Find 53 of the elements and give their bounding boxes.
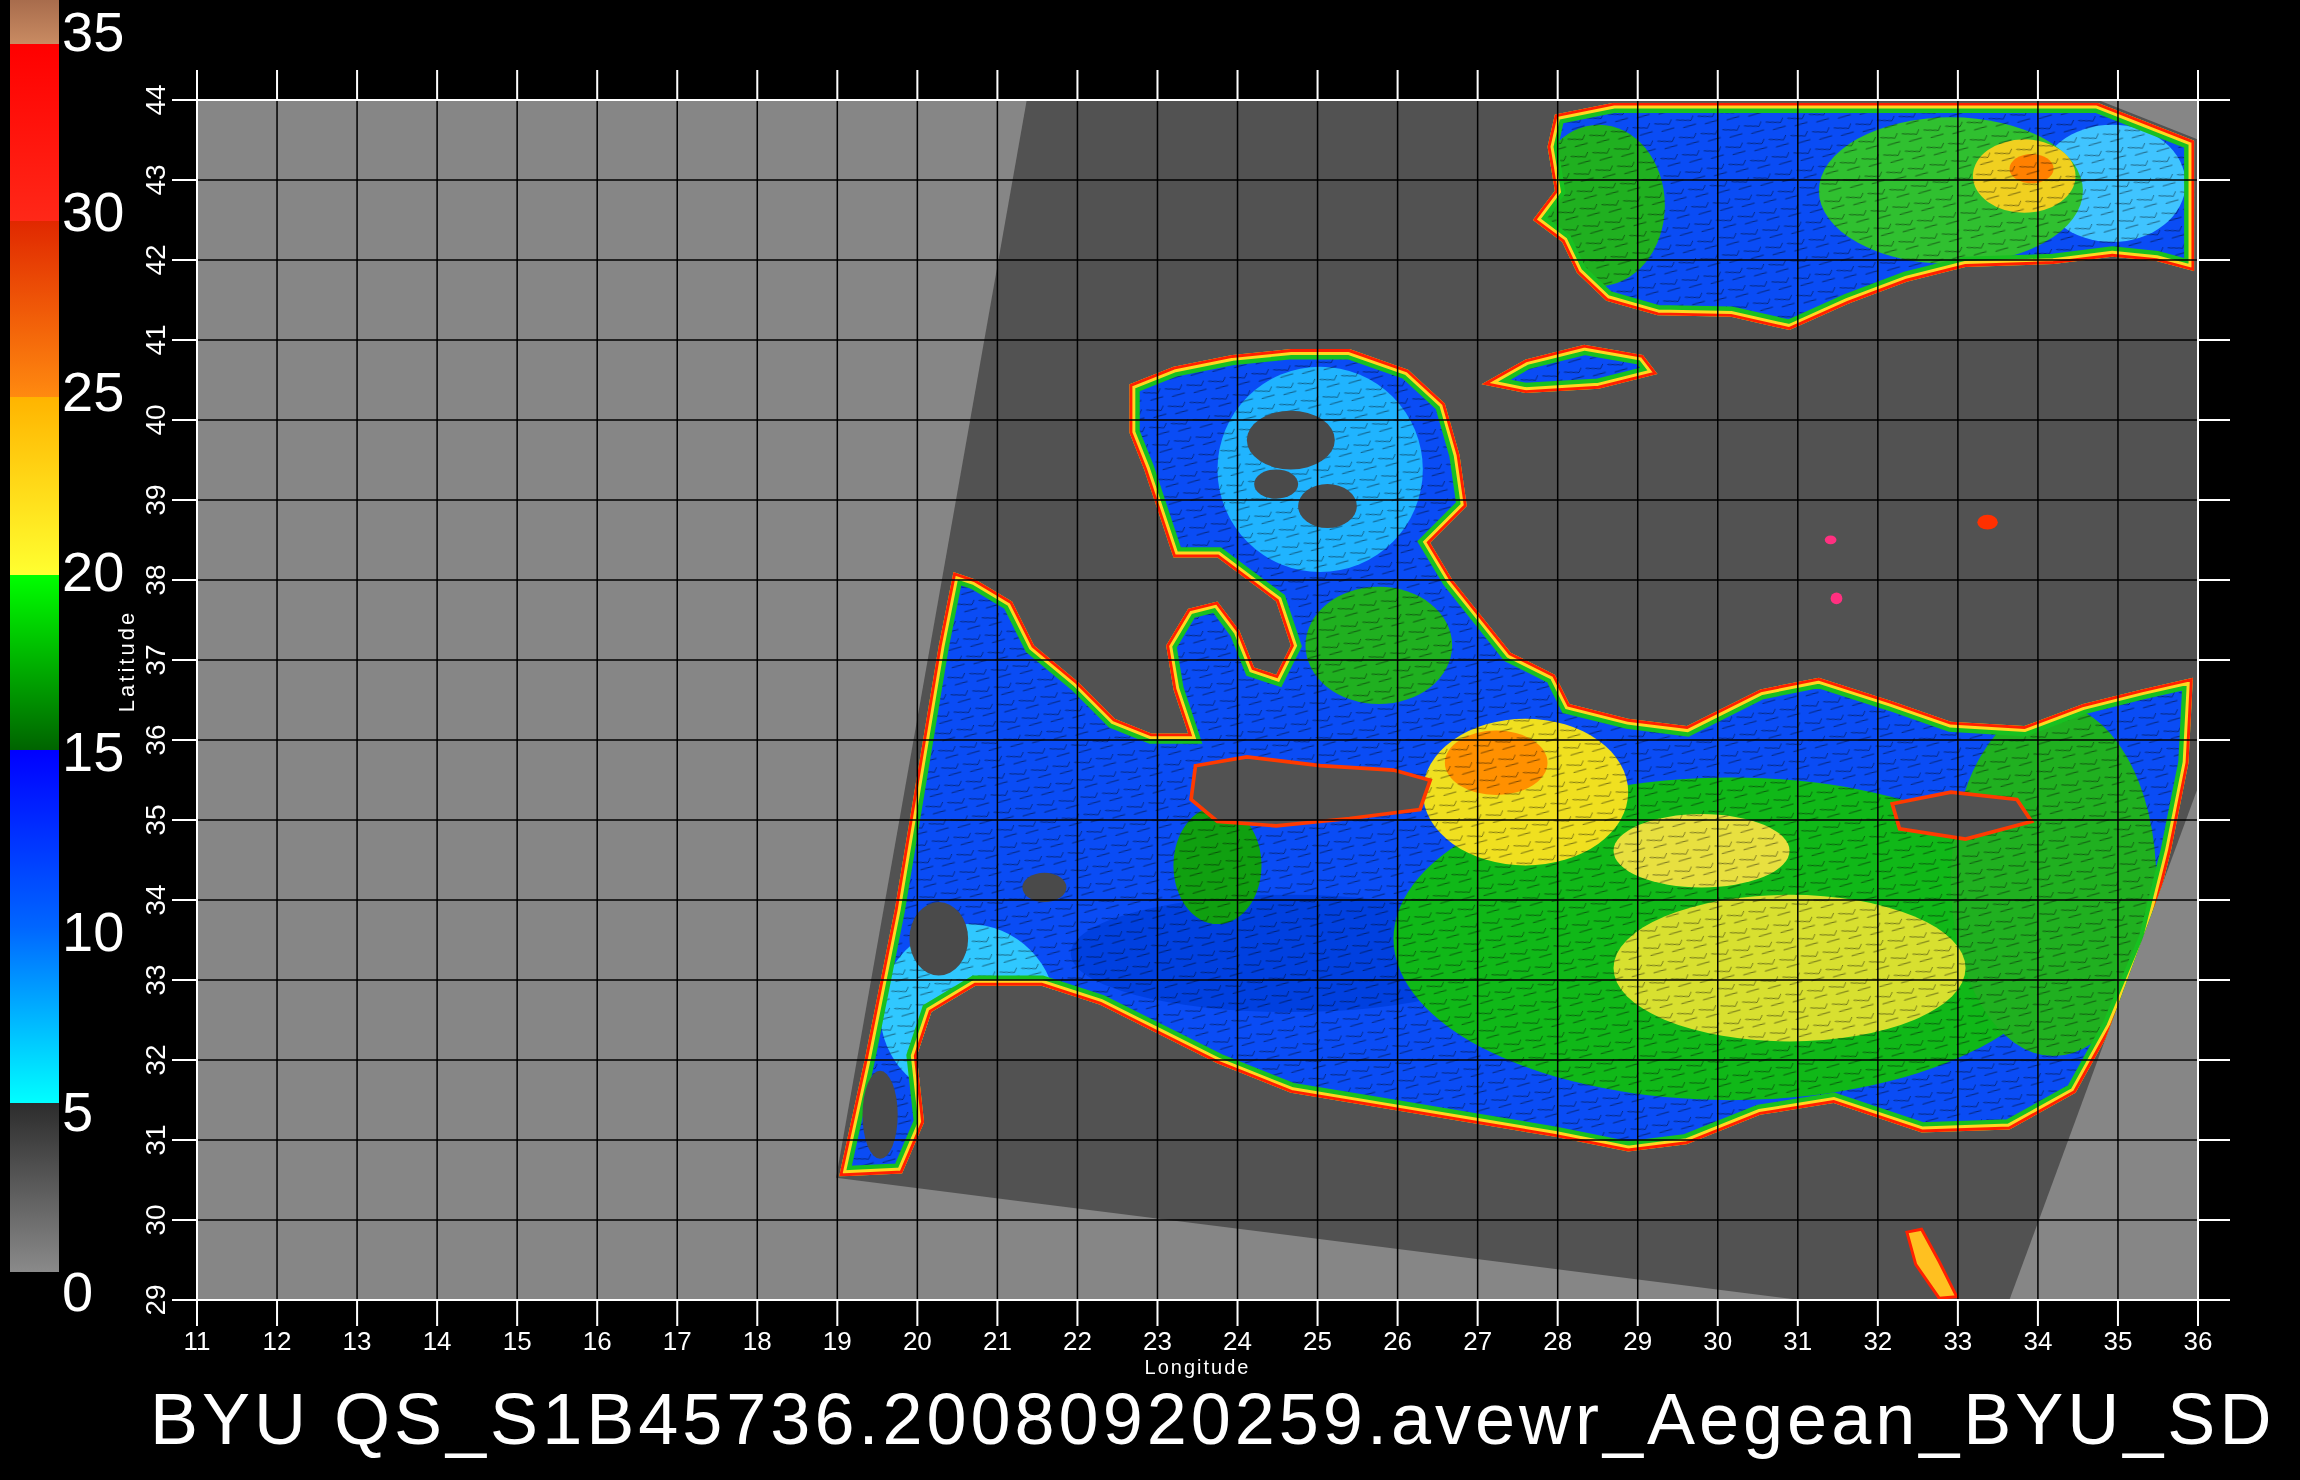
latitude-tick-label: 43 (139, 164, 171, 196)
longitude-tick-label: 29 (1623, 1326, 1653, 1356)
longitude-tick-label: 19 (822, 1326, 852, 1356)
latitude-tick-label: 40 (139, 404, 171, 436)
y-axis-title: Latitude (113, 609, 139, 713)
latitude-tick-label: 39 (139, 484, 171, 516)
longitude-tick-label: 11 (183, 1326, 211, 1356)
latitude-tick-label: 41 (139, 324, 171, 356)
longitude-tick-label: 36 (2183, 1326, 2213, 1356)
longitude-tick-label: 32 (1863, 1326, 1893, 1356)
longitude-tick-label: 26 (1383, 1326, 1413, 1356)
longitude-tick-label: 28 (1543, 1326, 1573, 1356)
latitude-tick-label: 34 (139, 884, 171, 916)
color-scale-label: 30 (62, 180, 125, 243)
longitude-tick-label: 25 (1303, 1326, 1332, 1356)
latitude-tick-label: 37 (139, 644, 171, 676)
latitude-tick-label: 35 (139, 804, 171, 836)
x-axis-title: Longitude (1144, 1356, 1251, 1378)
color-scale-label: 15 (62, 720, 125, 783)
color-scale-label: 0 (62, 1260, 94, 1323)
color-scale-label: 25 (62, 360, 125, 423)
latitude-tick-label: 31 (139, 1124, 171, 1156)
color-scale-label: 5 (62, 1080, 94, 1143)
color-scale-label: 35 (62, 0, 125, 63)
longitude-tick-label: 27 (1463, 1326, 1493, 1356)
longitude-tick-label: 33 (1943, 1326, 1973, 1356)
longitude-tick-label: 12 (262, 1326, 292, 1356)
latitude-tick-label: 44 (139, 84, 171, 116)
longitude-tick-label: 15 (502, 1326, 532, 1356)
longitude-tick-label: 17 (662, 1326, 692, 1356)
longitude-tick-label: 35 (2103, 1326, 2133, 1356)
latitude-tick-label: 33 (139, 964, 171, 996)
latitude-tick-label: 32 (139, 1044, 171, 1076)
color-scale-label: 10 (62, 900, 125, 963)
longitude-tick-label: 13 (342, 1326, 372, 1356)
longitude-tick-label: 30 (1703, 1326, 1733, 1356)
latitude-tick-label: 29 (139, 1284, 171, 1316)
longitude-tick-label: 21 (982, 1326, 1012, 1356)
longitude-tick-label: 20 (902, 1326, 932, 1356)
longitude-tick-label: 22 (1063, 1326, 1092, 1356)
plot-title: BYU QS_S1B45736.20080920259.avewr_Aegean_BYU_SD (150, 1379, 2276, 1459)
color-scale-label: 20 (62, 540, 125, 603)
latitude-tick-label: 38 (139, 564, 171, 596)
longitude-tick-label: 34 (2023, 1326, 2053, 1356)
longitude-tick-label: 16 (582, 1326, 612, 1356)
longitude-tick-label: 18 (742, 1326, 772, 1356)
longitude-tick-label: 23 (1143, 1326, 1172, 1356)
latitude-tick-label: 30 (139, 1204, 171, 1236)
longitude-tick-label: 24 (1223, 1326, 1252, 1356)
longitude-tick-label: 14 (422, 1326, 452, 1356)
latitude-tick-label: 36 (139, 724, 171, 756)
latitude-tick-label: 42 (139, 244, 171, 276)
longitude-tick-label: 31 (1783, 1326, 1813, 1356)
